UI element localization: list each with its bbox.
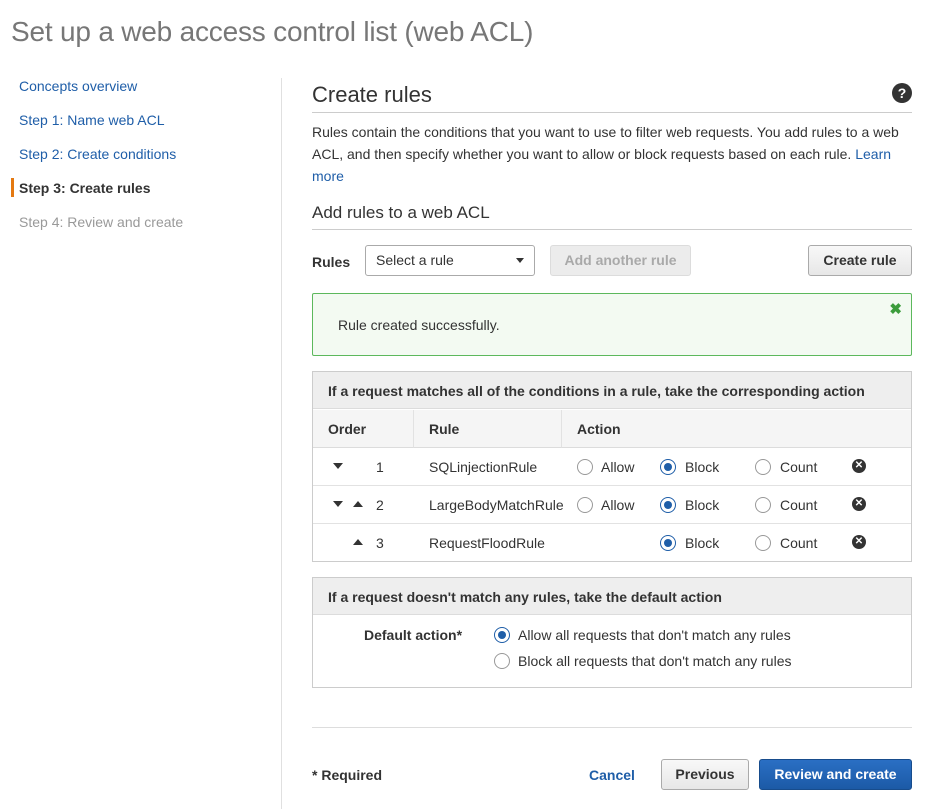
default-block-radio[interactable]: [494, 653, 510, 669]
block-label: Block: [685, 535, 720, 551]
rules-label: Rules: [312, 254, 351, 270]
description: Rules contain the conditions that you wa…: [312, 121, 912, 187]
required-note: * Required: [312, 767, 383, 783]
default-action-caption: If a request doesn't match any rules, ta…: [313, 578, 911, 615]
remove-rule-icon[interactable]: ✕: [852, 459, 866, 473]
description-text: Rules contain the conditions that you wa…: [312, 124, 899, 162]
review-and-create-button[interactable]: Review and create: [759, 759, 912, 790]
remove-rule-icon[interactable]: ✕: [852, 497, 866, 511]
previous-button[interactable]: Previous: [661, 759, 749, 790]
rule-select-value: Select a rule: [376, 252, 454, 268]
footer-divider: [312, 727, 912, 728]
page-title: Set up a web access control list (web AC…: [11, 16, 534, 47]
cancel-button[interactable]: Cancel: [589, 767, 635, 783]
section-heading: Create rules: [312, 82, 432, 107]
move-up-icon[interactable]: [353, 501, 363, 507]
column-header-rule-label: Rule: [429, 421, 460, 437]
active-step-marker: [11, 178, 14, 197]
table-row: 3 RequestFloodRule Block Count ✕: [313, 524, 911, 562]
success-alert: Rule created successfully. ✖: [312, 293, 912, 356]
rule-order: 1: [376, 459, 384, 475]
rule-name: SQLinjectionRule: [429, 459, 538, 475]
count-radio[interactable]: [755, 459, 771, 475]
rules-table-caption-text: If a request matches all of the conditio…: [328, 383, 865, 399]
table-row: 2 LargeBodyMatchRule Allow Block Count ✕: [313, 486, 911, 524]
column-header-order-label: Order: [328, 421, 367, 437]
block-label: Block: [685, 459, 720, 475]
create-rule-button[interactable]: Create rule: [808, 245, 912, 276]
allow-radio[interactable]: [577, 497, 593, 513]
help-icon[interactable]: ?: [892, 83, 912, 103]
count-radio[interactable]: [755, 497, 771, 513]
rule-order: 2: [376, 497, 384, 513]
default-allow-label: Allow all requests that don't match any …: [518, 627, 791, 643]
move-up-icon[interactable]: [353, 539, 363, 545]
column-header-rule: Rule: [414, 410, 562, 448]
count-label: Count: [780, 535, 818, 551]
rule-select[interactable]: Select a rule: [365, 245, 535, 276]
add-another-rule-button: Add another rule: [550, 245, 691, 276]
alert-message: Rule created successfully.: [338, 317, 500, 333]
allow-radio[interactable]: [577, 459, 593, 475]
nav-step-3[interactable]: Step 3: Create rules: [19, 180, 151, 196]
rules-table-body: 1 SQLinjectionRule Allow Block Count ✕ 2…: [313, 448, 911, 562]
count-label: Count: [780, 497, 818, 513]
allow-label: Allow: [601, 459, 635, 475]
default-action-caption-text: If a request doesn't match any rules, ta…: [328, 589, 722, 605]
move-down-icon[interactable]: [333, 501, 343, 507]
allow-label: Allow: [601, 497, 635, 513]
close-x-icon[interactable]: ✖: [889, 302, 902, 317]
move-down-icon[interactable]: [333, 463, 343, 469]
block-label: Block: [685, 497, 720, 513]
block-radio[interactable]: [660, 497, 676, 513]
rules-table-panel: If a request matches all of the conditio…: [312, 371, 912, 562]
default-allow-radio[interactable]: [494, 627, 510, 643]
default-block-label: Block all requests that don't match any …: [518, 653, 792, 669]
nav-divider: [281, 78, 282, 809]
column-header-action: Action: [562, 410, 911, 448]
rule-name: RequestFloodRule: [429, 535, 545, 551]
rule-name: LargeBodyMatchRule: [429, 497, 564, 513]
nav-step-1[interactable]: Step 1: Name web ACL: [19, 112, 165, 128]
chevron-down-icon: [516, 258, 524, 263]
column-header-action-label: Action: [577, 421, 621, 437]
heading-divider: [312, 112, 912, 113]
subheading: Add rules to a web ACL: [312, 203, 490, 222]
remove-rule-icon[interactable]: ✕: [852, 535, 866, 549]
block-radio[interactable]: [660, 459, 676, 475]
column-header-order: Order: [313, 410, 414, 448]
count-radio[interactable]: [755, 535, 771, 551]
rule-order: 3: [376, 535, 384, 551]
default-action-label: Default action*: [364, 627, 463, 643]
subheading-divider: [312, 229, 912, 230]
nav-step-4: Step 4: Review and create: [19, 214, 184, 230]
block-radio[interactable]: [660, 535, 676, 551]
nav-step-2[interactable]: Step 2: Create conditions: [19, 146, 176, 162]
rules-table-caption: If a request matches all of the conditio…: [313, 372, 911, 409]
count-label: Count: [780, 459, 818, 475]
default-action-panel: If a request doesn't match any rules, ta…: [312, 577, 912, 688]
nav-concepts-overview[interactable]: Concepts overview: [19, 78, 137, 94]
table-row: 1 SQLinjectionRule Allow Block Count ✕: [313, 448, 911, 486]
